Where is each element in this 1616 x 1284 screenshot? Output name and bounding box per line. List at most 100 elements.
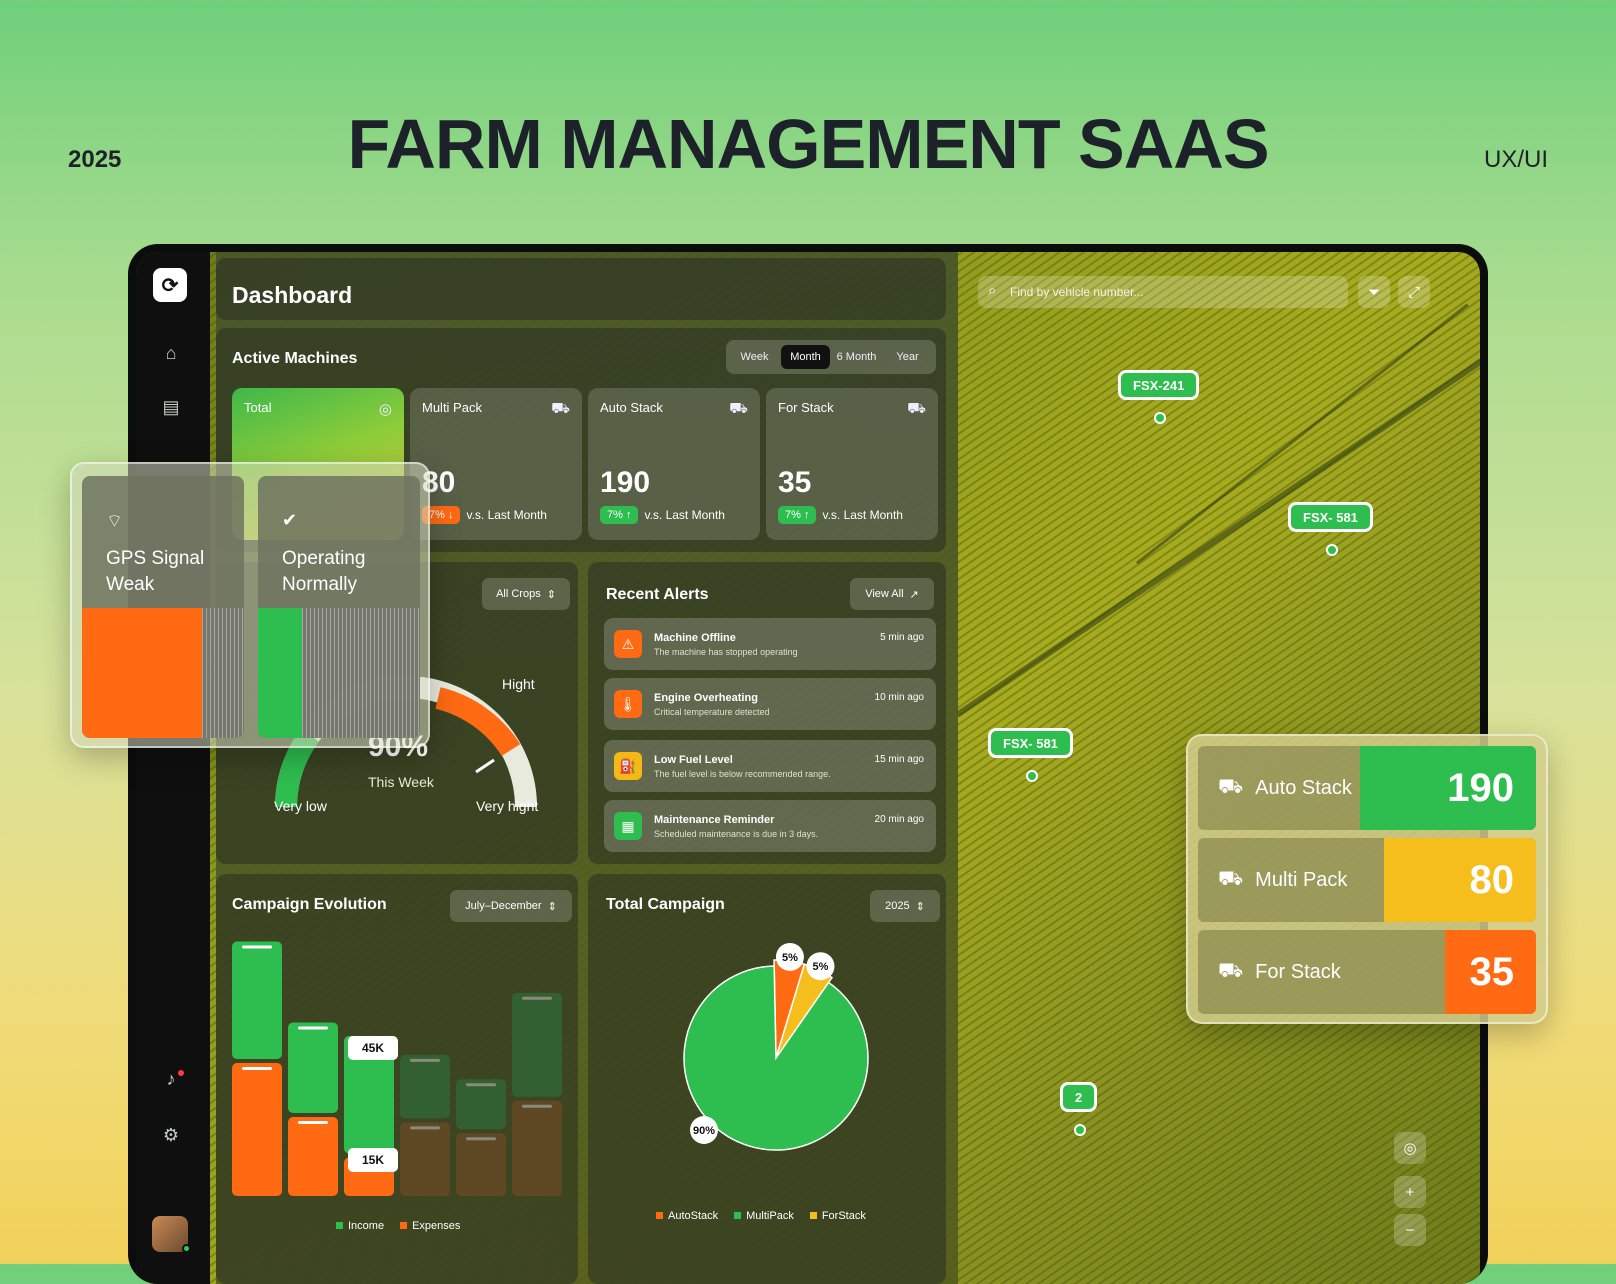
status-card-gps: ⌔ GPS Signal Weak xyxy=(82,476,244,738)
truck-icon: ⛟ xyxy=(551,400,570,417)
total-campaign-chart: 5% 5% 90% xyxy=(683,942,869,1151)
gauge-label-very-high: Very hight xyxy=(476,798,539,814)
active-machines-title: Active Machines xyxy=(232,350,358,367)
alert-desc: The fuel level is below recommended rang… xyxy=(654,769,831,779)
alert-desc: Critical temperature detected xyxy=(654,707,770,717)
status-bar-fill xyxy=(258,608,302,738)
total-campaign-title: Total Campaign xyxy=(606,896,725,913)
stat-row-for-stack[interactable]: 35 ⛟ For Stack xyxy=(1198,930,1536,1014)
pie-data-label: 5% xyxy=(813,961,829,973)
alert-title: Maintenance Reminder xyxy=(654,814,775,826)
alert-title: Machine Offline xyxy=(654,632,736,644)
pie-legend: AutoStack MultiPack ForStack xyxy=(656,1210,866,1222)
warning-icon: ⚠ xyxy=(614,630,642,658)
target-icon: ◎ xyxy=(378,401,392,418)
bar-cap xyxy=(522,996,552,1000)
status-overlay: ⌔ GPS Signal Weak ✔ Operating Normally xyxy=(70,462,430,748)
alert-item[interactable]: ▦ Maintenance Reminder Scheduled mainten… xyxy=(604,800,936,852)
campaign-evolution-title: Campaign Evolution xyxy=(232,896,387,913)
year-dropdown[interactable]: 2025 ⇕ xyxy=(870,890,940,922)
legend-autostack: AutoStack xyxy=(656,1210,718,1222)
chevron-updown-icon: ⇕ xyxy=(547,900,557,913)
truck-icon: ⛟ xyxy=(1218,867,1244,890)
map-marker-label[interactable]: FSX-241 xyxy=(1118,370,1200,400)
filter-icon[interactable]: ⏷ xyxy=(1358,276,1390,308)
bell-icon[interactable]: ♪ xyxy=(156,1064,186,1094)
gauge-label-very-low: Very low xyxy=(274,798,327,814)
legend-multipack: MultiPack xyxy=(734,1210,794,1222)
machine-card-for-stack[interactable]: For Stack ⛟ 35 7% ↑ v.s. Last Month xyxy=(766,388,938,540)
change-badge: 7% ↑ xyxy=(778,506,817,524)
alert-time: 20 min ago xyxy=(874,814,924,825)
page-title: FARM MANAGEMENT SAAS xyxy=(347,105,1269,183)
status-card-operating: ✔ Operating Normally xyxy=(258,476,420,738)
harvester-icon: ⛟ xyxy=(907,400,926,417)
status-bar-fill xyxy=(82,608,202,738)
zoom-out-icon[interactable]: − xyxy=(1394,1214,1426,1246)
tab-year[interactable]: Year xyxy=(883,345,932,369)
tab-6-month[interactable]: 6 Month xyxy=(832,345,881,369)
gauge-fill-orange xyxy=(435,687,521,757)
crop-filter-label: All Crops xyxy=(496,588,541,600)
status-line: Normally xyxy=(282,574,357,595)
campaign-legend: Income Expenses xyxy=(336,1220,460,1232)
zoom-in-icon[interactable]: + xyxy=(1394,1176,1426,1208)
map-pin[interactable] xyxy=(1154,412,1166,424)
crop-filter-dropdown[interactable]: All Crops ⇕ xyxy=(482,578,570,610)
thermometer-icon: 🌡 xyxy=(614,690,642,718)
field-road xyxy=(956,309,1480,717)
bar-cap xyxy=(410,1126,440,1130)
alert-item[interactable]: ⚠ Machine Offline The machine has stoppe… xyxy=(604,618,936,670)
machine-card-value: 35 xyxy=(778,466,812,499)
harvester-icon: ⛟ xyxy=(1218,959,1244,982)
search-icon: ⌕ xyxy=(988,282,997,299)
tab-week[interactable]: Week xyxy=(730,345,779,369)
tractor-icon: ⛟ xyxy=(1218,775,1244,798)
vehicle-search-input[interactable]: Find by vehicle number... xyxy=(978,276,1348,308)
map-pin[interactable] xyxy=(1074,1124,1086,1136)
machine-card-label: For Stack xyxy=(778,400,834,415)
map-marker-label[interactable]: FSX- 581 xyxy=(988,728,1073,758)
fullscreen-icon[interactable]: ⤢ xyxy=(1398,276,1430,308)
alerts-title: Recent Alerts xyxy=(606,586,709,603)
home-icon[interactable]: ⌂ xyxy=(156,338,186,368)
signal-icon: ⌔ xyxy=(106,511,123,531)
app-logo[interactable]: ⟳ xyxy=(153,268,187,302)
fuel-icon: ⛽ xyxy=(614,752,642,780)
alert-item[interactable]: ⛽ Low Fuel Level The fuel level is below… xyxy=(604,740,936,792)
year-label: 2025 xyxy=(885,900,910,912)
bar-expenses xyxy=(512,1100,562,1196)
compare-label: v.s. Last Month xyxy=(644,508,725,522)
locate-icon[interactable]: ◎ xyxy=(1394,1132,1426,1164)
bar-cap xyxy=(242,1067,272,1070)
map-cluster-label[interactable]: 2 xyxy=(1060,1082,1098,1112)
bar-cap xyxy=(298,1121,328,1124)
machine-card-auto-stack[interactable]: Auto Stack ⛟ 190 7% ↑ v.s. Last Month xyxy=(588,388,760,540)
date-range-dropdown[interactable]: July–December ⇕ xyxy=(450,890,572,922)
alert-item[interactable]: 🌡 Engine Overheating Critical temperatur… xyxy=(604,678,936,730)
map-icon[interactable]: ▤ xyxy=(156,392,186,422)
map-pin[interactable] xyxy=(1026,770,1038,782)
gear-icon[interactable]: ⚙ xyxy=(156,1120,186,1150)
machine-card-value: 190 xyxy=(600,466,651,499)
arrow-up-right-icon: ↗ xyxy=(909,588,919,601)
view-all-button[interactable]: View All ↗ xyxy=(850,578,934,610)
machine-card-multi-pack[interactable]: Multi Pack ⛟ 80 7% ↓ v.s. Last Month xyxy=(410,388,582,540)
bar-expenses xyxy=(232,1063,282,1196)
stat-row-auto-stack[interactable]: 190 ⛟ Auto Stack xyxy=(1198,746,1536,830)
bar-income xyxy=(400,1054,450,1119)
status-line: Operating xyxy=(282,548,366,569)
chevron-updown-icon: ⇕ xyxy=(546,588,556,601)
map-marker-label[interactable]: FSX- 581 xyxy=(1288,502,1373,532)
tab-month[interactable]: Month xyxy=(781,345,830,369)
stat-row-multi-pack[interactable]: 80 ⛟ Multi Pack xyxy=(1198,838,1536,922)
machine-card-label: Multi Pack xyxy=(422,400,482,415)
stat-name: For Stack xyxy=(1255,960,1341,983)
calendar-icon: ▦ xyxy=(614,812,642,840)
machine-stats-overlay: 190 ⛟ Auto Stack 80 ⛟ Multi Pack 35 ⛟ For S… xyxy=(1186,734,1548,1024)
bar-cap xyxy=(466,1083,496,1087)
legend-expenses: Expenses xyxy=(400,1220,460,1232)
alert-desc: The machine has stopped operating xyxy=(654,647,798,657)
map-pin[interactable] xyxy=(1326,544,1338,556)
bar-cap xyxy=(410,1058,440,1062)
